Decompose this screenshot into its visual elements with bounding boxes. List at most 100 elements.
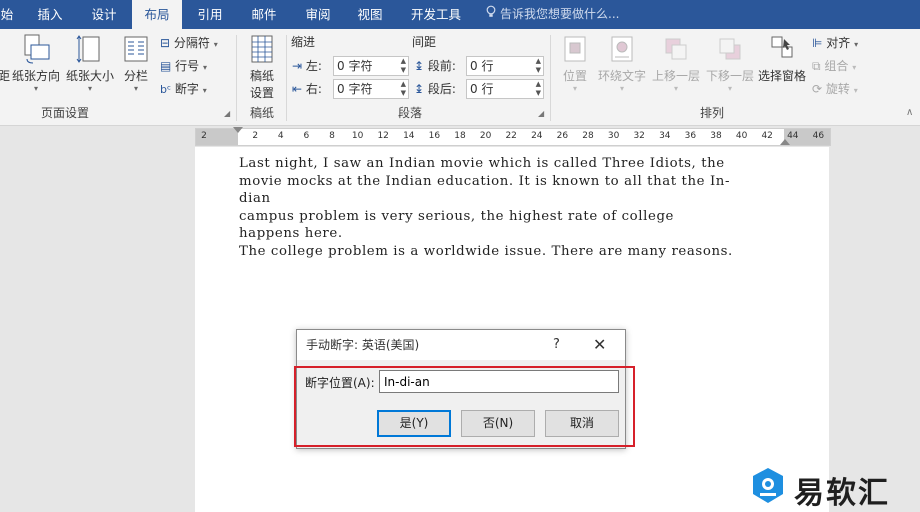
- page-setup-launcher-icon[interactable]: ◢: [224, 109, 230, 118]
- size-button[interactable]: 纸张大小 ▾: [64, 33, 116, 93]
- spacing-after-value: 0 行: [470, 82, 494, 96]
- spacing-before-row: ↨ 段前:: [414, 56, 456, 76]
- tab-review[interactable]: 审阅: [298, 0, 338, 29]
- no-button[interactable]: 否(N): [461, 410, 535, 437]
- tab-insert[interactable]: 插入: [30, 0, 70, 29]
- collapse-ribbon-icon[interactable]: ∧: [906, 107, 913, 118]
- ruler-tick: 30: [607, 131, 620, 141]
- tab-developer[interactable]: 开发工具: [404, 0, 468, 29]
- rotate-label: 旋转: [825, 82, 850, 96]
- horizontal-ruler[interactable]: 2 2 4 6 8 10 12 14 16 18 20 22 24 26 28 30 32 34 36 38 40 42 4…: [195, 127, 831, 146]
- spin-arrows-icon[interactable]: ▲ ▼: [401, 80, 406, 98]
- breaks-button[interactable]: ⊟ 分隔符 ▾: [160, 33, 218, 53]
- indent-left-input[interactable]: 0 字符 ▲ ▼: [333, 56, 409, 76]
- position-icon: [562, 33, 588, 65]
- margins-label: 距: [0, 69, 11, 83]
- tab-design[interactable]: 设计: [84, 0, 124, 29]
- yes-button[interactable]: 是(Y): [377, 410, 451, 437]
- spacing-after-input[interactable]: 0 行 ▲ ▼: [466, 79, 544, 99]
- ruler-tick: 10: [351, 131, 364, 141]
- close-icon[interactable]: ✕: [593, 330, 606, 360]
- tab-layout[interactable]: 布局: [132, 0, 182, 29]
- indent-right-value: 0 字符: [337, 82, 373, 96]
- selection-pane-button[interactable]: 选择窗格: [756, 33, 808, 84]
- rotate-button[interactable]: ⟳ 旋转 ▾: [812, 79, 858, 99]
- orientation-button[interactable]: 纸张方向 ▾: [10, 33, 62, 93]
- position-button[interactable]: 位置 ▾: [558, 33, 592, 93]
- spacing-before-icon: ↨: [414, 59, 425, 73]
- group-label: 组合: [824, 59, 849, 73]
- spacing-before-label: 段前:: [427, 59, 456, 73]
- ruler-tick: 6: [303, 131, 310, 141]
- draft-paper-label-line2: 设置: [249, 86, 274, 100]
- indent-marker-icon[interactable]: [233, 127, 243, 133]
- watermark-logo-icon: [748, 466, 788, 506]
- send-backward-button[interactable]: 下移一层 ▾: [704, 33, 756, 93]
- ruler-tick: 24: [531, 131, 543, 141]
- document-line: campus problem is very serious, the high…: [239, 208, 675, 224]
- ruler-tick: 26: [556, 131, 569, 141]
- ruler-tick: 38: [710, 131, 722, 141]
- document-line: dian: [239, 191, 271, 207]
- dialog-title: 手动断字: 英语(美国): [306, 338, 420, 352]
- chevron-down-icon: ▾: [854, 40, 859, 49]
- tell-me-text: 告诉我您想要做什么...: [500, 7, 620, 21]
- breaks-label: 分隔符: [173, 36, 210, 50]
- align-button[interactable]: ⊫ 对齐 ▾: [812, 33, 858, 53]
- size-label: 纸张大小: [65, 69, 114, 83]
- tab-view[interactable]: 视图: [350, 0, 390, 29]
- tell-me-search[interactable]: 告诉我您想要做什么...: [486, 0, 619, 29]
- chevron-down-icon: ▾: [673, 84, 678, 93]
- right-indent-marker-icon[interactable]: [780, 139, 790, 145]
- orientation-label: 纸张方向: [11, 69, 60, 83]
- spin-arrows-icon[interactable]: ▲ ▼: [401, 57, 406, 75]
- selection-pane-icon: [768, 33, 796, 65]
- ruler-tick: 28: [582, 131, 594, 141]
- ruler-tick: 40: [735, 131, 748, 141]
- group-divider: [550, 35, 551, 121]
- tab-home[interactable]: 始: [0, 0, 14, 29]
- document-body[interactable]: Last night, I saw an Indian movie which …: [239, 155, 799, 261]
- draft-paper-button[interactable]: 稿纸 设置: [242, 33, 282, 101]
- draft-paper-label-line1: 稿纸: [249, 69, 274, 83]
- bring-forward-button[interactable]: 上移一层 ▾: [650, 33, 702, 93]
- position-label: 位置: [562, 69, 587, 83]
- ruler-tick: 42: [761, 131, 773, 141]
- hyphenate-at-input[interactable]: [379, 370, 619, 393]
- columns-button[interactable]: 分栏 ▾: [120, 33, 152, 93]
- watermark-text: 易软汇: [794, 476, 890, 511]
- indent-right-input[interactable]: 0 字符 ▲ ▼: [333, 79, 409, 99]
- spin-arrows-icon[interactable]: ▲ ▼: [536, 57, 541, 75]
- indent-left-row: ⇥ 左:: [292, 56, 322, 76]
- ruler-tick: 2: [201, 131, 207, 141]
- dialog-title-bar: 手动断字: 英语(美国) ? ✕: [297, 330, 625, 360]
- hyphenate-at-label: 断字位置(A):: [305, 376, 375, 390]
- hyphenation-button[interactable]: bᶜ 断字 ▾: [160, 79, 207, 99]
- chevron-down-icon: ▾: [202, 86, 207, 95]
- wrap-text-button[interactable]: 环绕文字 ▾: [596, 33, 648, 93]
- paper-size-icon: [75, 33, 105, 65]
- breaks-icon: ⊟: [160, 36, 171, 50]
- line-numbers-button[interactable]: ▤ 行号 ▾: [160, 56, 207, 76]
- tab-references[interactable]: 引用: [190, 0, 230, 29]
- group-divider: [286, 35, 287, 121]
- selection-pane-label: 选择窗格: [757, 69, 806, 83]
- ruler-tick: 22: [505, 131, 517, 141]
- rotate-icon: ⟳: [812, 82, 823, 96]
- group-button[interactable]: ⧉ 组合 ▾: [812, 56, 856, 76]
- columns-label: 分栏: [123, 69, 148, 83]
- ruler-tick: 18: [454, 131, 466, 141]
- help-icon[interactable]: ?: [553, 330, 560, 360]
- margins-button[interactable]: 距: [0, 67, 11, 84]
- indent-left-label: 左:: [305, 59, 322, 73]
- spacing-after-row: ↨ 段后:: [414, 79, 456, 99]
- cancel-button[interactable]: 取消: [545, 410, 619, 437]
- chevron-down-icon: ▾: [727, 84, 732, 93]
- ruler-tick: 4: [277, 131, 284, 141]
- spin-arrows-icon[interactable]: ▲ ▼: [536, 80, 541, 98]
- align-label: 对齐: [826, 36, 851, 50]
- paragraph-launcher-icon[interactable]: ◢: [538, 109, 544, 118]
- tab-mailings[interactable]: 邮件: [244, 0, 284, 29]
- spacing-before-input[interactable]: 0 行 ▲ ▼: [466, 56, 544, 76]
- bring-forward-icon: [663, 33, 689, 65]
